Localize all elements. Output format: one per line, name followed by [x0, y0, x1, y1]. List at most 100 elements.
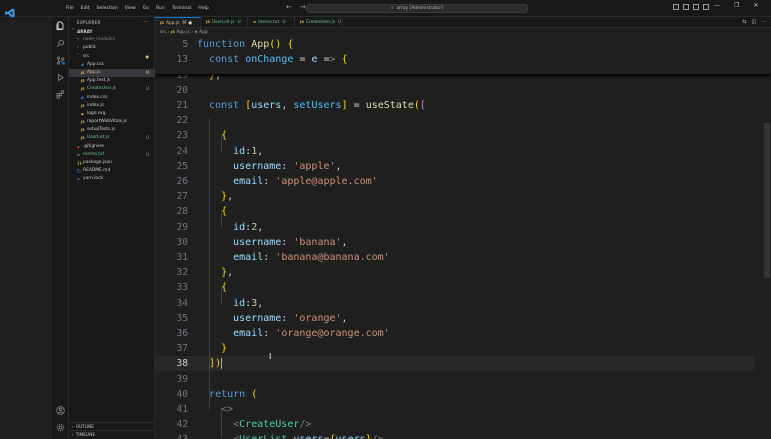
menu-go[interactable]: Go	[143, 4, 149, 13]
file-tree-item[interactable]: # index.css	[69, 94, 155, 102]
customize-layout-icon[interactable]	[703, 4, 709, 10]
more-actions-icon[interactable]: ···	[761, 19, 766, 25]
file-tree-item[interactable]: # App.css	[69, 61, 155, 69]
js-file-icon: JS	[300, 20, 304, 24]
code-line[interactable]: 30 username: 'banana',	[155, 235, 755, 250]
sticky-line[interactable]: 13 const onChange = e => {	[155, 52, 755, 67]
code-line[interactable]: 24 id:1,	[155, 144, 755, 159]
toggle-secondary-sidebar-icon[interactable]	[693, 4, 699, 10]
file-tree-item[interactable]: ◆ logo.svg	[69, 110, 155, 118]
sticky-scroll-header[interactable]: 5 function App() {13 const onChange = e =…	[155, 36, 771, 74]
code-line[interactable]: 43 <UserList users={users}/>	[155, 432, 755, 439]
file-tree-item[interactable]: JS UserList.js U	[69, 134, 155, 142]
line-number: 30	[176, 236, 188, 248]
code-line[interactable]: 34 id:3,	[155, 296, 755, 311]
close-icon[interactable]: ✕	[753, 2, 758, 9]
minimize-icon[interactable]: —	[714, 2, 720, 9]
code-line[interactable]: 33 {	[155, 280, 755, 295]
code-line[interactable]: 20	[155, 83, 755, 98]
line-number: 28	[176, 206, 188, 218]
file-tree-item[interactable]: JS setupTests.js	[69, 126, 155, 134]
extensions-icon[interactable]	[56, 90, 65, 99]
file-tree-item[interactable]: ⓘ README.md	[69, 167, 155, 175]
code-line[interactable]: 23 {	[155, 128, 755, 143]
toggle-panel-icon[interactable]	[683, 4, 689, 10]
chevron-down-icon: ˅	[77, 53, 80, 59]
code-line[interactable]: 28 {	[155, 204, 755, 219]
file-tree-item[interactable]: ≡ memo.txt U	[69, 151, 155, 159]
code-line[interactable]: 26 email: 'apple@apple.com'	[155, 174, 755, 189]
file-tree-item[interactable]: JS CreateUser.js U	[69, 85, 155, 93]
code-text: const [users, setUsers] = useState([	[209, 99, 426, 111]
file-tree-item[interactable]: JS index.js	[69, 102, 155, 110]
code-text: return (	[209, 388, 258, 400]
menu-selection[interactable]: Selection	[97, 4, 118, 13]
menu-help[interactable]: Help	[198, 4, 208, 13]
file-tree-item[interactable]: {} package.json	[69, 159, 155, 167]
file-tree-item[interactable]: ≡ yarn.lock	[69, 175, 155, 183]
compare-changes-icon[interactable]: ⇆	[742, 19, 746, 25]
menu-run[interactable]: Run	[156, 4, 165, 13]
code-line[interactable]: 40 return (	[155, 387, 755, 402]
timeline-section[interactable]: › TIMELINE	[69, 430, 155, 438]
accounts-icon[interactable]	[56, 406, 65, 415]
tab-memo-txt[interactable]: ≡ memo.txt U	[248, 17, 295, 27]
breadcrumb-file[interactable]: App.js	[176, 30, 189, 35]
css-file-icon: #	[81, 95, 84, 100]
file-tree-item[interactable]: › node_modules	[69, 36, 155, 44]
tab-label: UserList.js	[211, 20, 235, 25]
sticky-line[interactable]: 5 function App() {	[155, 37, 755, 52]
code-line[interactable]: 37 }	[155, 341, 755, 356]
chevron-right-icon: ›	[72, 432, 74, 437]
vertical-scrollbar[interactable]	[764, 123, 770, 278]
breadcrumb-folder[interactable]: src	[160, 30, 166, 35]
code-line[interactable]: 36 email: 'orange@orange.com'	[155, 326, 755, 341]
run-debug-icon[interactable]	[56, 73, 65, 82]
code-line[interactable]: 22	[155, 113, 755, 128]
menu-terminal[interactable]: Terminal	[172, 4, 191, 13]
code-editor[interactable]: 5 function App() {13 const onChange = e =…	[155, 36, 771, 439]
tab-createuser-js[interactable]: JS CreateUser.js U	[295, 17, 343, 27]
tab-app-js[interactable]: JS App.js M ●	[155, 17, 201, 27]
maximize-icon[interactable]: ❐	[734, 2, 739, 9]
code-line[interactable]: 41 <>	[155, 402, 755, 417]
forward-arrow-icon[interactable]: →	[300, 3, 306, 11]
code-line[interactable]: 21 const [users, setUsers] = useState([	[155, 98, 755, 113]
tab-status-badge: U	[237, 20, 241, 25]
breadcrumb-symbol[interactable]: App	[199, 30, 208, 35]
code-line[interactable]: 29 id:2,	[155, 220, 755, 235]
workspace-root[interactable]: ˅ ARRAY	[69, 28, 155, 36]
menu-edit[interactable]: Edit	[81, 4, 90, 13]
file-tree-item[interactable]: JS reportWebVitals.js	[69, 118, 155, 126]
back-arrow-icon[interactable]: ←	[286, 3, 292, 11]
code-text: email: 'banana@banana.com'	[233, 251, 390, 263]
code-line[interactable]: 25 username: 'apple',	[155, 159, 755, 174]
code-line[interactable]: 39	[155, 372, 755, 387]
indent-guide	[221, 210, 222, 228]
menu-view[interactable]: View	[125, 4, 136, 13]
toggle-primary-sidebar-icon[interactable]	[673, 4, 679, 10]
split-editor-icon[interactable]: ◫	[751, 19, 756, 25]
file-tree-item[interactable]: JS App.js M	[69, 68, 155, 78]
command-center[interactable]: ⌕ array [Administrator]	[306, 4, 528, 13]
more-actions-icon[interactable]: ···	[143, 19, 148, 25]
explorer-files-icon[interactable]	[56, 21, 65, 30]
source-control-icon[interactable]	[56, 56, 65, 65]
code-line[interactable]: 32 },	[155, 265, 755, 280]
file-tree-item[interactable]: JS App.test.js	[69, 77, 155, 85]
code-line[interactable]: 35 username: 'orange',	[155, 311, 755, 326]
manage-gear-icon[interactable]	[56, 423, 65, 432]
line-number: 27	[176, 191, 188, 203]
file-tree-item[interactable]: ◆ .gitignore	[69, 143, 155, 151]
code-line[interactable]: 42 <CreateUser/>	[155, 417, 755, 432]
unsaved-dot-icon[interactable]: ●	[188, 21, 192, 26]
code-line[interactable]: 31 email: 'banana@banana.com'	[155, 250, 755, 265]
code-line[interactable]: 27 },	[155, 189, 755, 204]
tab-userlist-js[interactable]: JS UserList.js U	[201, 17, 248, 27]
file-tree-item[interactable]: › public	[69, 44, 155, 52]
search-icon[interactable]	[56, 39, 65, 48]
file-tree-item[interactable]: ˅ src ●	[69, 53, 155, 61]
outline-section[interactable]: › OUTLINE	[69, 422, 155, 430]
menu-file[interactable]: File	[66, 4, 74, 13]
code-line[interactable]: 38 ])	[155, 356, 755, 372]
